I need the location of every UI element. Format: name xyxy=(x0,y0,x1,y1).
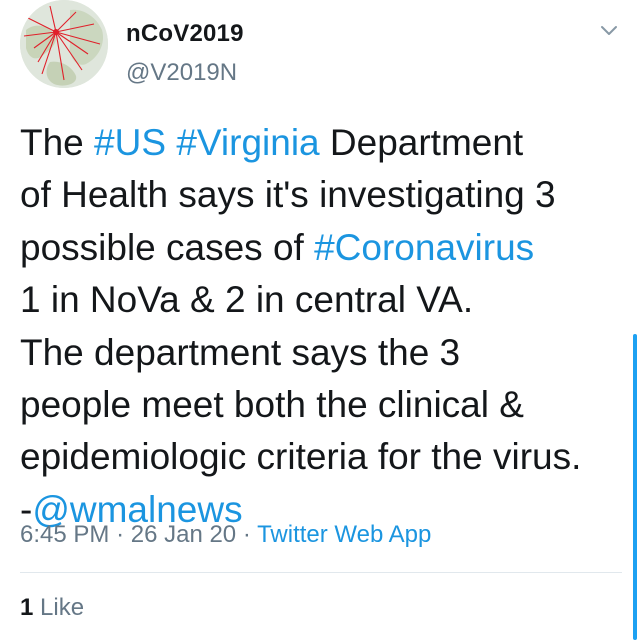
tweet-text-segment: epidemiologic criteria for the virus. xyxy=(20,436,582,478)
tweet-text-segment: of Health says it's investigating 3 xyxy=(20,174,556,216)
tweet-text-segment: 1 in NoVa & 2 in central VA. xyxy=(20,279,474,321)
tweet-text-segment: The department says the 3 xyxy=(20,331,461,373)
avatar[interactable] xyxy=(20,0,108,88)
tweet-time[interactable]: 6:45 PM xyxy=(20,521,109,548)
hashtag-coronavirus[interactable]: #Coronavirus xyxy=(314,227,534,268)
scrollbar[interactable] xyxy=(633,334,637,640)
user-handle[interactable]: @V2019N xyxy=(126,59,237,87)
tweet-line: possible cases of #Coronavirus xyxy=(20,222,630,274)
tweet-text-segment xyxy=(166,122,176,163)
like-count[interactable]: 1 Like xyxy=(20,594,84,622)
tweet-line: 1 in NoVa & 2 in central VA. xyxy=(20,274,630,326)
tweet-source-link[interactable]: Twitter Web App xyxy=(257,521,431,548)
tweet-line: The #US #Virginia Department xyxy=(20,117,630,169)
hashtag-us[interactable]: #US xyxy=(94,122,166,163)
tweet-text-segment: possible cases of xyxy=(20,226,315,268)
like-count-label: Like xyxy=(40,594,85,621)
meta-separator: · xyxy=(242,521,251,548)
chevron-down-icon[interactable] xyxy=(598,22,620,40)
tweet-line: The department says the 3 xyxy=(20,327,630,379)
tweet-text-segment: The xyxy=(20,122,95,163)
tweet-date[interactable]: 26 Jan 20 xyxy=(131,521,236,548)
tweet-text: The #US #Virginia Department of Health s… xyxy=(20,117,630,536)
tweet-meta: 6:45 PM · 26 Jan 20 · Twitter Web App xyxy=(20,521,431,549)
tweet-text-segment: people meet both the clinical & xyxy=(20,384,524,426)
meta-separator: · xyxy=(116,521,125,548)
display-name[interactable]: nCoV2019 xyxy=(126,20,244,48)
tweet-text-segment: Department xyxy=(319,122,524,163)
hashtag-virginia[interactable]: #Virginia xyxy=(176,122,319,163)
tweet-line: epidemiologic criteria for the virus. xyxy=(20,431,630,483)
divider xyxy=(20,572,622,573)
tweet-line: of Health says it's investigating 3 xyxy=(20,169,630,221)
tweet-line: people meet both the clinical & xyxy=(20,379,630,431)
like-count-number: 1 xyxy=(20,594,34,621)
